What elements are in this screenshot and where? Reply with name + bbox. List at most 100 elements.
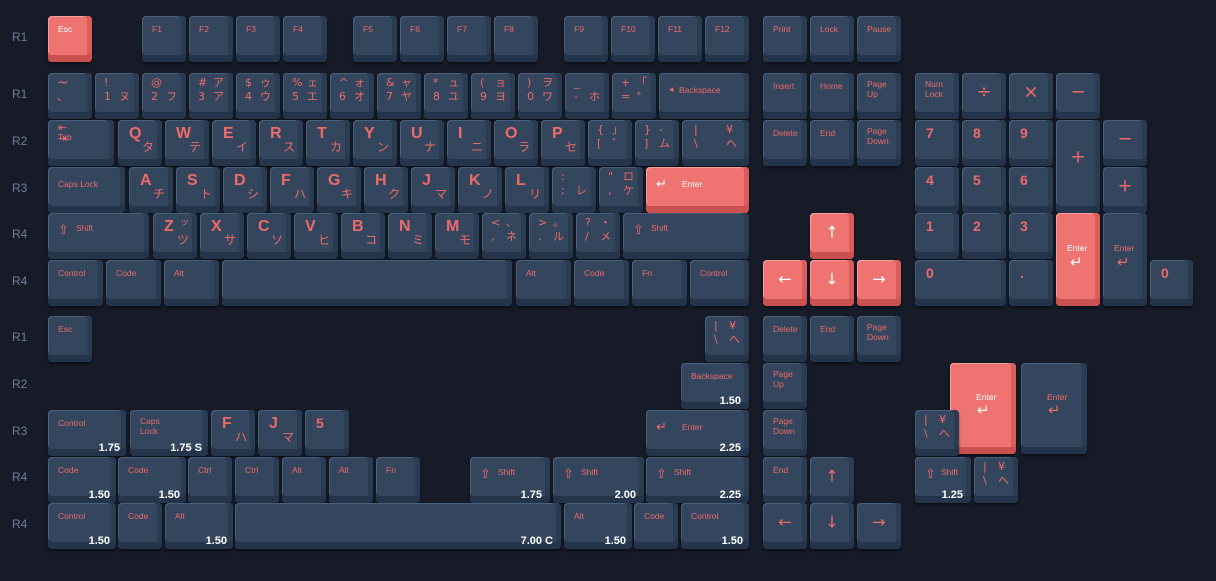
key-ctrl[interactable]: Ctrl: [188, 457, 232, 503]
key-pause[interactable]: Pause: [857, 16, 901, 62]
key-arrow-down-extra[interactable]: ↓: [810, 503, 854, 549]
key-alt-extra-b[interactable]: Alt: [329, 457, 373, 503]
key-v[interactable]: Vヒ: [294, 213, 338, 259]
key-code-extra[interactable]: Code: [118, 503, 162, 549]
key-numpad-9[interactable]: 9: [1009, 120, 1053, 166]
key-ctrl-b[interactable]: Ctrl: [235, 457, 279, 503]
key-enter[interactable]: ↵ Enter: [646, 167, 749, 213]
key-right-bracket[interactable]: } -] ム: [635, 120, 679, 166]
key-delete[interactable]: Delete: [763, 120, 807, 166]
key-x[interactable]: Xサ: [200, 213, 244, 259]
key-f3[interactable]: F3: [236, 16, 280, 62]
key-numpad-1[interactable]: 1: [915, 213, 959, 259]
key-equal[interactable]: + 「 = °: [612, 73, 656, 119]
key-f6[interactable]: F6: [400, 16, 444, 62]
key-semicolon[interactable]: :; レ: [552, 167, 596, 213]
key-tab[interactable]: ⇤ ⇥ Tab: [48, 120, 114, 166]
key-arrow-up-extra[interactable]: ↑: [810, 457, 854, 503]
key-alt-1-50[interactable]: Alt 1.50: [165, 503, 233, 549]
key-numpad-minus[interactable]: −: [1056, 73, 1100, 119]
key-print[interactable]: Print: [763, 16, 807, 62]
key-iso-backslash[interactable]: | ¥ \ へ: [915, 410, 959, 456]
key-5-extra[interactable]: 5: [305, 410, 349, 456]
key-shift-2-00[interactable]: ⇧ Shift 2.00: [553, 457, 644, 503]
key-spacebar-7-00[interactable]: 7.00 C: [235, 503, 561, 549]
key-home[interactable]: Home: [810, 73, 854, 119]
key-caps-lock-1-75-s[interactable]: Caps Lock 1.75 S: [130, 410, 208, 456]
key-5[interactable]: % ェ 5 エ: [283, 73, 327, 119]
key-caps-lock[interactable]: Caps Lock: [48, 167, 125, 213]
key-period[interactable]: > 。. ル: [529, 213, 573, 259]
key-numpad-0-alt[interactable]: 0: [1150, 260, 1193, 306]
key-control-1-50-b[interactable]: Control 1.50: [681, 503, 749, 549]
key-f9[interactable]: F9: [564, 16, 608, 62]
key-u[interactable]: Uナ: [400, 120, 444, 166]
key-iso-backslash-b[interactable]: | ¥ \ へ: [974, 457, 1018, 503]
key-enter-2-25[interactable]: ↵ Enter 2.25: [646, 410, 749, 456]
key-f1[interactable]: F1: [142, 16, 186, 62]
key-b[interactable]: Bコ: [341, 213, 385, 259]
key-code-1-50[interactable]: Code 1.50: [48, 457, 116, 503]
key-right-code[interactable]: Code: [574, 260, 629, 306]
key-code-1-50-b[interactable]: Code 1.50: [118, 457, 186, 503]
key-right-shift[interactable]: ⇧ Shift: [623, 213, 749, 259]
key-0[interactable]: ) ヲ 0 ワ: [518, 73, 562, 119]
key-delete-extra[interactable]: Delete: [763, 316, 807, 362]
key-g[interactable]: Gキ: [317, 167, 361, 213]
key-i[interactable]: Iニ: [447, 120, 491, 166]
key-grave[interactable]: ~、: [48, 73, 92, 119]
key-spacebar[interactable]: [222, 260, 512, 306]
key-code-extra-b[interactable]: Code: [634, 503, 678, 549]
key-control-1-75[interactable]: Control 1.75: [48, 410, 126, 456]
key-j-extra[interactable]: Jマ: [258, 410, 302, 456]
key-6[interactable]: ^ ォ 6 オ: [330, 73, 374, 119]
key-end-extra[interactable]: End: [810, 316, 854, 362]
key-7[interactable]: & ャ 7 ヤ: [377, 73, 421, 119]
key-s[interactable]: Sト: [176, 167, 220, 213]
key-right-alt[interactable]: Alt: [516, 260, 571, 306]
key-numpad-enter-alt[interactable]: Enter ↵: [1103, 213, 1147, 306]
key-numpad-dot[interactable]: .: [1009, 260, 1053, 306]
key-d[interactable]: Dシ: [223, 167, 267, 213]
key-8[interactable]: * ュ 8 ユ: [424, 73, 468, 119]
key-iso-enter-alt[interactable]: Enter ↵: [1021, 363, 1087, 454]
key-z[interactable]: Zッツ: [153, 213, 197, 259]
key-end[interactable]: End: [810, 120, 854, 166]
key-numpad-plus[interactable]: +: [1056, 120, 1100, 213]
key-numpad-5[interactable]: 5: [962, 167, 1006, 213]
key-page-up-extra[interactable]: Page Up: [763, 363, 807, 409]
key-q[interactable]: Qタ: [118, 120, 162, 166]
key-3[interactable]: # ア 3 ア: [189, 73, 233, 119]
key-f10[interactable]: F10: [611, 16, 655, 62]
key-insert[interactable]: Insert: [763, 73, 807, 119]
key-numpad-0[interactable]: 0: [915, 260, 1006, 306]
key-y[interactable]: Yン: [353, 120, 397, 166]
key-w[interactable]: Wテ: [165, 120, 209, 166]
key-shift-2-25[interactable]: ⇧ Shift 2.25: [646, 457, 749, 503]
key-alt-1-50-b[interactable]: Alt 1.50: [564, 503, 632, 549]
key-numpad-7[interactable]: 7: [915, 120, 959, 166]
key-fn[interactable]: Fn: [632, 260, 687, 306]
key-f[interactable]: Fハ: [270, 167, 314, 213]
key-shift-1-75[interactable]: ⇧ Shift 1.75: [470, 457, 550, 503]
key-numpad-minus-alt[interactable]: −: [1103, 120, 1147, 166]
key-lock[interactable]: Lock: [810, 16, 854, 62]
key-a[interactable]: Aチ: [129, 167, 173, 213]
key-k[interactable]: Kノ: [458, 167, 502, 213]
key-slash[interactable]: ? ・ / メ: [576, 213, 620, 259]
key-control-1-50[interactable]: Control 1.50: [48, 503, 116, 549]
key-page-down-extra-2[interactable]: Page Down: [763, 410, 807, 456]
key-right-control[interactable]: Control: [690, 260, 749, 306]
key-l[interactable]: Lリ: [505, 167, 549, 213]
key-left-shift[interactable]: ⇧ Shift: [48, 213, 149, 259]
key-arrow-left-extra[interactable]: ←: [763, 503, 807, 549]
key-h[interactable]: Hク: [364, 167, 408, 213]
key-9[interactable]: (ョ 9 ヨ: [471, 73, 515, 119]
key-page-down-extra[interactable]: Page Down: [857, 316, 901, 362]
key-f5[interactable]: F5: [353, 16, 397, 62]
key-c[interactable]: Cソ: [247, 213, 291, 259]
key-numpad-6[interactable]: 6: [1009, 167, 1053, 213]
key-shift-1-25[interactable]: ⇧ Shift 1.25: [915, 457, 971, 503]
key-numpad-2[interactable]: 2: [962, 213, 1006, 259]
key-t[interactable]: Tカ: [306, 120, 350, 166]
